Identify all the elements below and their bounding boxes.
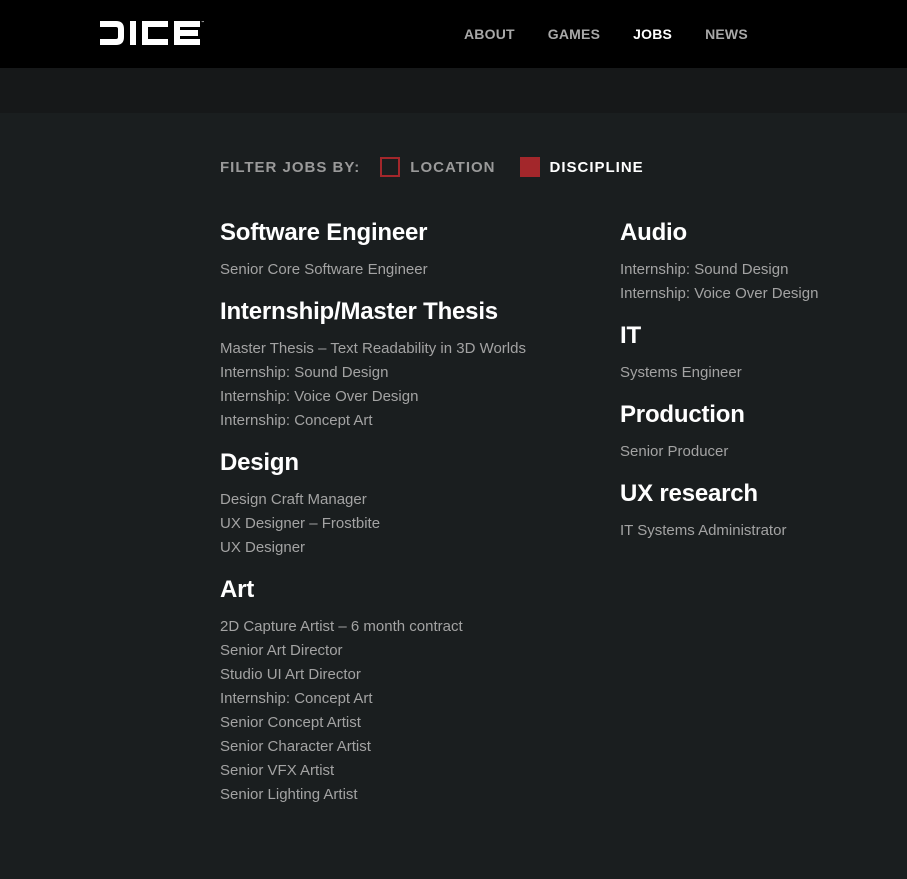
job-link[interactable]: UX Designer	[220, 536, 580, 560]
discipline-design: Design Design Craft Manager UX Designer …	[220, 447, 580, 560]
job-link[interactable]: Studio UI Art Director	[220, 663, 580, 687]
job-link[interactable]: Design Craft Manager	[220, 488, 580, 512]
svg-text:™: ™	[201, 20, 205, 25]
job-link[interactable]: Internship: Voice Over Design	[620, 282, 900, 306]
hero-band	[0, 68, 907, 113]
job-link[interactable]: Senior VFX Artist	[220, 759, 580, 783]
filter-discipline[interactable]: DISCIPLINE	[519, 157, 644, 177]
discipline-title: Production	[620, 401, 745, 428]
discipline-title: Design	[220, 449, 299, 476]
filter-bar: FILTER JOBS BY: LOCATION DISCIPLINE	[220, 157, 668, 177]
discipline-ux-research: UX research IT Systems Administrator	[620, 478, 900, 543]
dice-logo[interactable]: ™	[100, 18, 210, 48]
job-link[interactable]: Senior Lighting Artist	[220, 783, 580, 807]
discipline-it: IT Systems Engineer	[620, 320, 900, 385]
job-link[interactable]: Internship: Voice Over Design	[220, 385, 580, 409]
job-link[interactable]: Senior Character Artist	[220, 735, 580, 759]
main-nav: ABOUT GAMES JOBS NEWS	[464, 26, 781, 42]
job-link[interactable]: Internship: Sound Design	[220, 361, 580, 385]
location-checkbox[interactable]	[380, 157, 401, 177]
job-link[interactable]: Internship: Concept Art	[220, 409, 580, 433]
nav-about[interactable]: ABOUT	[464, 26, 515, 42]
job-link[interactable]: UX Designer – Frostbite	[220, 512, 580, 536]
job-link[interactable]: Internship: Concept Art	[220, 687, 580, 711]
nav-news[interactable]: NEWS	[705, 26, 748, 42]
job-link[interactable]: Systems Engineer	[620, 361, 900, 385]
nav-jobs[interactable]: JOBS	[633, 26, 672, 42]
discipline-audio: Audio Internship: Sound Design Internshi…	[620, 217, 900, 306]
job-link[interactable]: Senior Art Director	[220, 639, 580, 663]
filter-location[interactable]: LOCATION	[380, 157, 495, 177]
jobs-section: FILTER JOBS BY: LOCATION DISCIPLINE Soft…	[0, 113, 907, 879]
job-link[interactable]: 2D Capture Artist – 6 month contract	[220, 615, 580, 639]
job-link[interactable]: Internship: Sound Design	[620, 258, 900, 282]
filter-label: FILTER JOBS BY:	[220, 158, 361, 176]
discipline-checkbox[interactable]	[519, 157, 540, 177]
top-navigation-bar: ™ ABOUT GAMES JOBS NEWS	[0, 0, 907, 68]
left-column: Software Engineer Senior Core Software E…	[220, 217, 580, 821]
discipline-title: Audio	[620, 219, 687, 246]
discipline-art: Art 2D Capture Artist – 6 month contract…	[220, 574, 580, 807]
job-link[interactable]: Senior Core Software Engineer	[220, 258, 580, 282]
job-link[interactable]: Master Thesis – Text Readability in 3D W…	[220, 337, 580, 361]
filter-discipline-label: DISCIPLINE	[549, 158, 644, 176]
discipline-title: Art	[220, 576, 255, 603]
discipline-internship: Internship/Master Thesis Master Thesis –…	[220, 296, 580, 433]
filter-location-label: LOCATION	[410, 158, 496, 176]
job-link[interactable]: Senior Concept Artist	[220, 711, 580, 735]
job-link[interactable]: Senior Producer	[620, 440, 900, 464]
discipline-software-engineer: Software Engineer Senior Core Software E…	[220, 217, 580, 282]
discipline-title: UX research	[620, 480, 758, 507]
discipline-title: Internship/Master Thesis	[220, 298, 498, 325]
discipline-title: IT	[620, 322, 641, 349]
discipline-title: Software Engineer	[220, 219, 428, 246]
job-link[interactable]: IT Systems Administrator	[620, 519, 900, 543]
right-column: Audio Internship: Sound Design Internshi…	[620, 217, 900, 557]
nav-games[interactable]: GAMES	[548, 26, 600, 42]
discipline-production: Production Senior Producer	[620, 399, 900, 464]
